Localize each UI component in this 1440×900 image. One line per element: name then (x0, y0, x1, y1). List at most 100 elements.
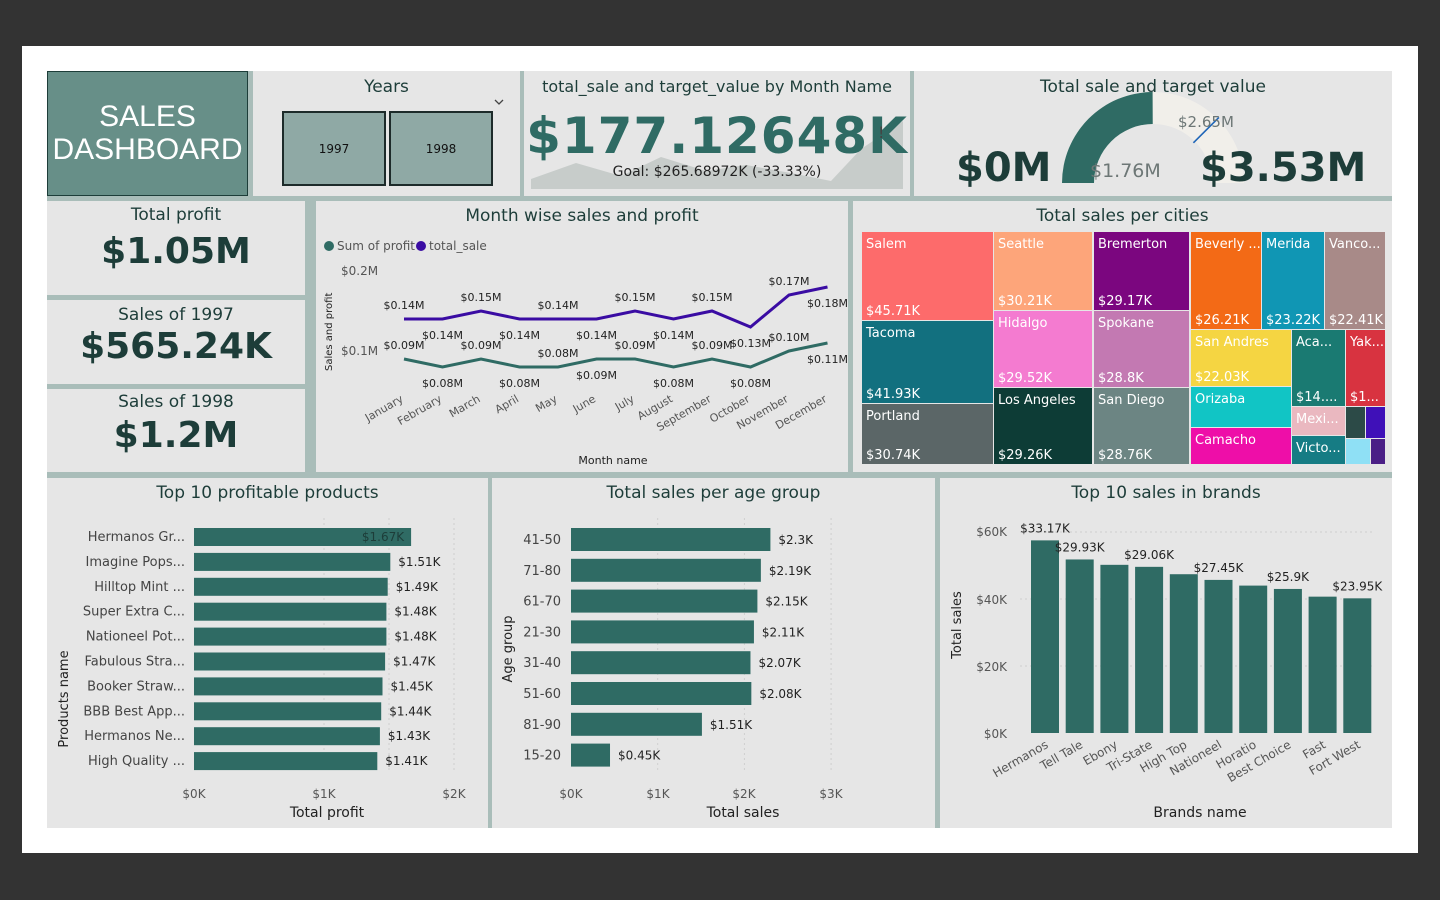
age-x-tick-2: $2K (732, 787, 756, 801)
data-label: $29.93K (1055, 540, 1106, 554)
tile-value: $41.93K (866, 387, 921, 402)
bar (1169, 574, 1198, 733)
legend-profit-label: Sum of profit (337, 239, 415, 253)
category-label: 31-40 (523, 656, 561, 671)
year-1997-label: 1997 (318, 141, 350, 156)
bar (1273, 588, 1302, 733)
treemap-tile[interactable]: Camacho (1191, 428, 1291, 464)
sales-1998-card: Sales of 1998 $1.2M (47, 389, 305, 472)
bar (1031, 540, 1059, 733)
brands-y-tick-0: $0K (984, 727, 1008, 741)
age-chart-card: Total sales per age group Age group Tota… (492, 478, 935, 828)
city-treemap-card: Total sales per cities Salem $45.71K Tacom… (853, 201, 1392, 472)
category-label: Super Extra C... (83, 605, 185, 620)
sales-1997-card: Sales of 1997 $565.24K (47, 300, 305, 384)
category-label: 51-60 (523, 687, 561, 702)
bar (194, 552, 391, 571)
category-label: Imagine Pops... (86, 555, 185, 570)
data-label: $2.07K (758, 656, 801, 670)
bar (1135, 566, 1164, 733)
treemap-tile[interactable]: San Andres $22.03K (1191, 330, 1291, 386)
treemap-tile[interactable]: Seattle $30.21K (994, 232, 1092, 310)
tile-name: Los Angeles (998, 393, 1076, 408)
x-tick-label: February (395, 392, 444, 428)
treemap-tile[interactable]: Yak... $1... (1346, 330, 1385, 406)
tile-name: Vanco... (1329, 237, 1381, 252)
treemap-tile[interactable]: Orizaba (1191, 387, 1291, 427)
treemap-tile-small[interactable] (1366, 407, 1385, 438)
bar (194, 577, 388, 596)
treemap-tile-small[interactable] (1371, 439, 1385, 464)
treemap-tile[interactable]: Spokane $28.8K (1094, 311, 1189, 387)
category-label: Hermanos Gr... (88, 530, 185, 545)
tile-name: San Diego (1098, 393, 1165, 408)
bar (194, 627, 387, 646)
treemap-tile[interactable]: Portland $30.74K (862, 404, 993, 464)
data-label: $0.09M (461, 339, 502, 352)
tile-name: Hidalgo (998, 316, 1048, 331)
brands-y-tick-20: $20K (976, 660, 1008, 674)
treemap-tile[interactable]: Aca... $14.... (1292, 330, 1345, 406)
treemap-tile[interactable]: Victo... (1292, 436, 1345, 464)
data-label: $1.67K (362, 530, 405, 544)
tile-value: $1... (1350, 390, 1379, 405)
treemap-tile-small[interactable] (1346, 407, 1365, 438)
data-label: $0.08M (499, 377, 540, 390)
tile-name: Beverly ... (1195, 237, 1261, 252)
treemap-tile[interactable]: Mexi... (1292, 407, 1345, 435)
month-y-axis-label: Sales and profit (324, 293, 335, 371)
legend-profit-marker (324, 241, 334, 251)
data-label: $0.14M (576, 329, 617, 342)
data-label: $0.09M (692, 339, 733, 352)
tile-name: Spokane (1098, 316, 1154, 331)
data-label: $0.13M (730, 337, 771, 350)
products-y-axis-label: Products name (57, 650, 72, 747)
data-label: $0.09M (576, 369, 617, 382)
gauge-max-label: $3.53M (1200, 145, 1367, 191)
treemap-tile[interactable]: Merida $23.22K (1262, 232, 1324, 329)
tile-value: $45.71K (866, 304, 921, 319)
data-label: $2.08K (759, 687, 802, 701)
chevron-down-icon[interactable] (493, 97, 505, 107)
kpi-month-card: total_sale and target_value by Month Nam… (524, 71, 910, 196)
year-1998-button[interactable]: 1998 (389, 111, 493, 186)
data-label: $2.19K (769, 564, 812, 578)
tile-value: $28.8K (1098, 371, 1144, 386)
dashboard-title: SALES DASHBOARD (52, 100, 243, 166)
bar (571, 620, 754, 644)
treemap-tile-small[interactable] (1346, 439, 1370, 464)
category-label: 21-30 (523, 625, 561, 640)
tile-value: $22.41K (1329, 313, 1384, 328)
treemap-tile[interactable]: San Diego $28.76K (1094, 388, 1189, 464)
tile-name: Victo... (1296, 441, 1341, 456)
treemap-tile[interactable]: Vanco... $22.41K (1325, 232, 1385, 329)
treemap-tile[interactable]: Salem $45.71K (862, 232, 993, 320)
treemap-tile[interactable]: Bremerton $29.17K (1094, 232, 1189, 310)
year-1998-label: 1998 (425, 141, 457, 156)
age-x-tick-0: $0K (559, 787, 583, 801)
data-label: $0.09M (615, 339, 656, 352)
bar (194, 752, 378, 771)
bar (571, 589, 758, 613)
data-label: $0.14M (384, 299, 425, 312)
products-x-tick-2: $2K (442, 787, 466, 801)
x-tick-label: July (612, 392, 637, 414)
tile-value: $30.74K (866, 448, 921, 463)
category-label: 15-20 (523, 749, 561, 764)
data-label: $1.48K (394, 630, 437, 644)
treemap-tile[interactable]: Beverly ... $26.21K (1191, 232, 1261, 329)
brands-y-tick-60: $60K (976, 525, 1008, 539)
year-1997-button[interactable]: 1997 (282, 111, 386, 186)
treemap-tile[interactable]: Hidalgo $29.52K (994, 311, 1092, 387)
data-label: $0.11M (807, 353, 848, 366)
tile-name: Bremerton (1098, 237, 1168, 252)
gauge-min-label: $0M (956, 145, 1052, 191)
tile-name: Yak... (1350, 335, 1385, 350)
treemap-tile[interactable]: Los Angeles $29.26K (994, 388, 1092, 464)
products-x-tick-0: $0K (182, 787, 206, 801)
data-label: $0.14M (538, 299, 579, 312)
treemap-tile[interactable]: Tacoma $41.93K (862, 321, 993, 403)
x-tick-label: April (493, 392, 521, 416)
data-label: $2.11K (762, 625, 805, 639)
tile-name: Portland (866, 409, 920, 424)
